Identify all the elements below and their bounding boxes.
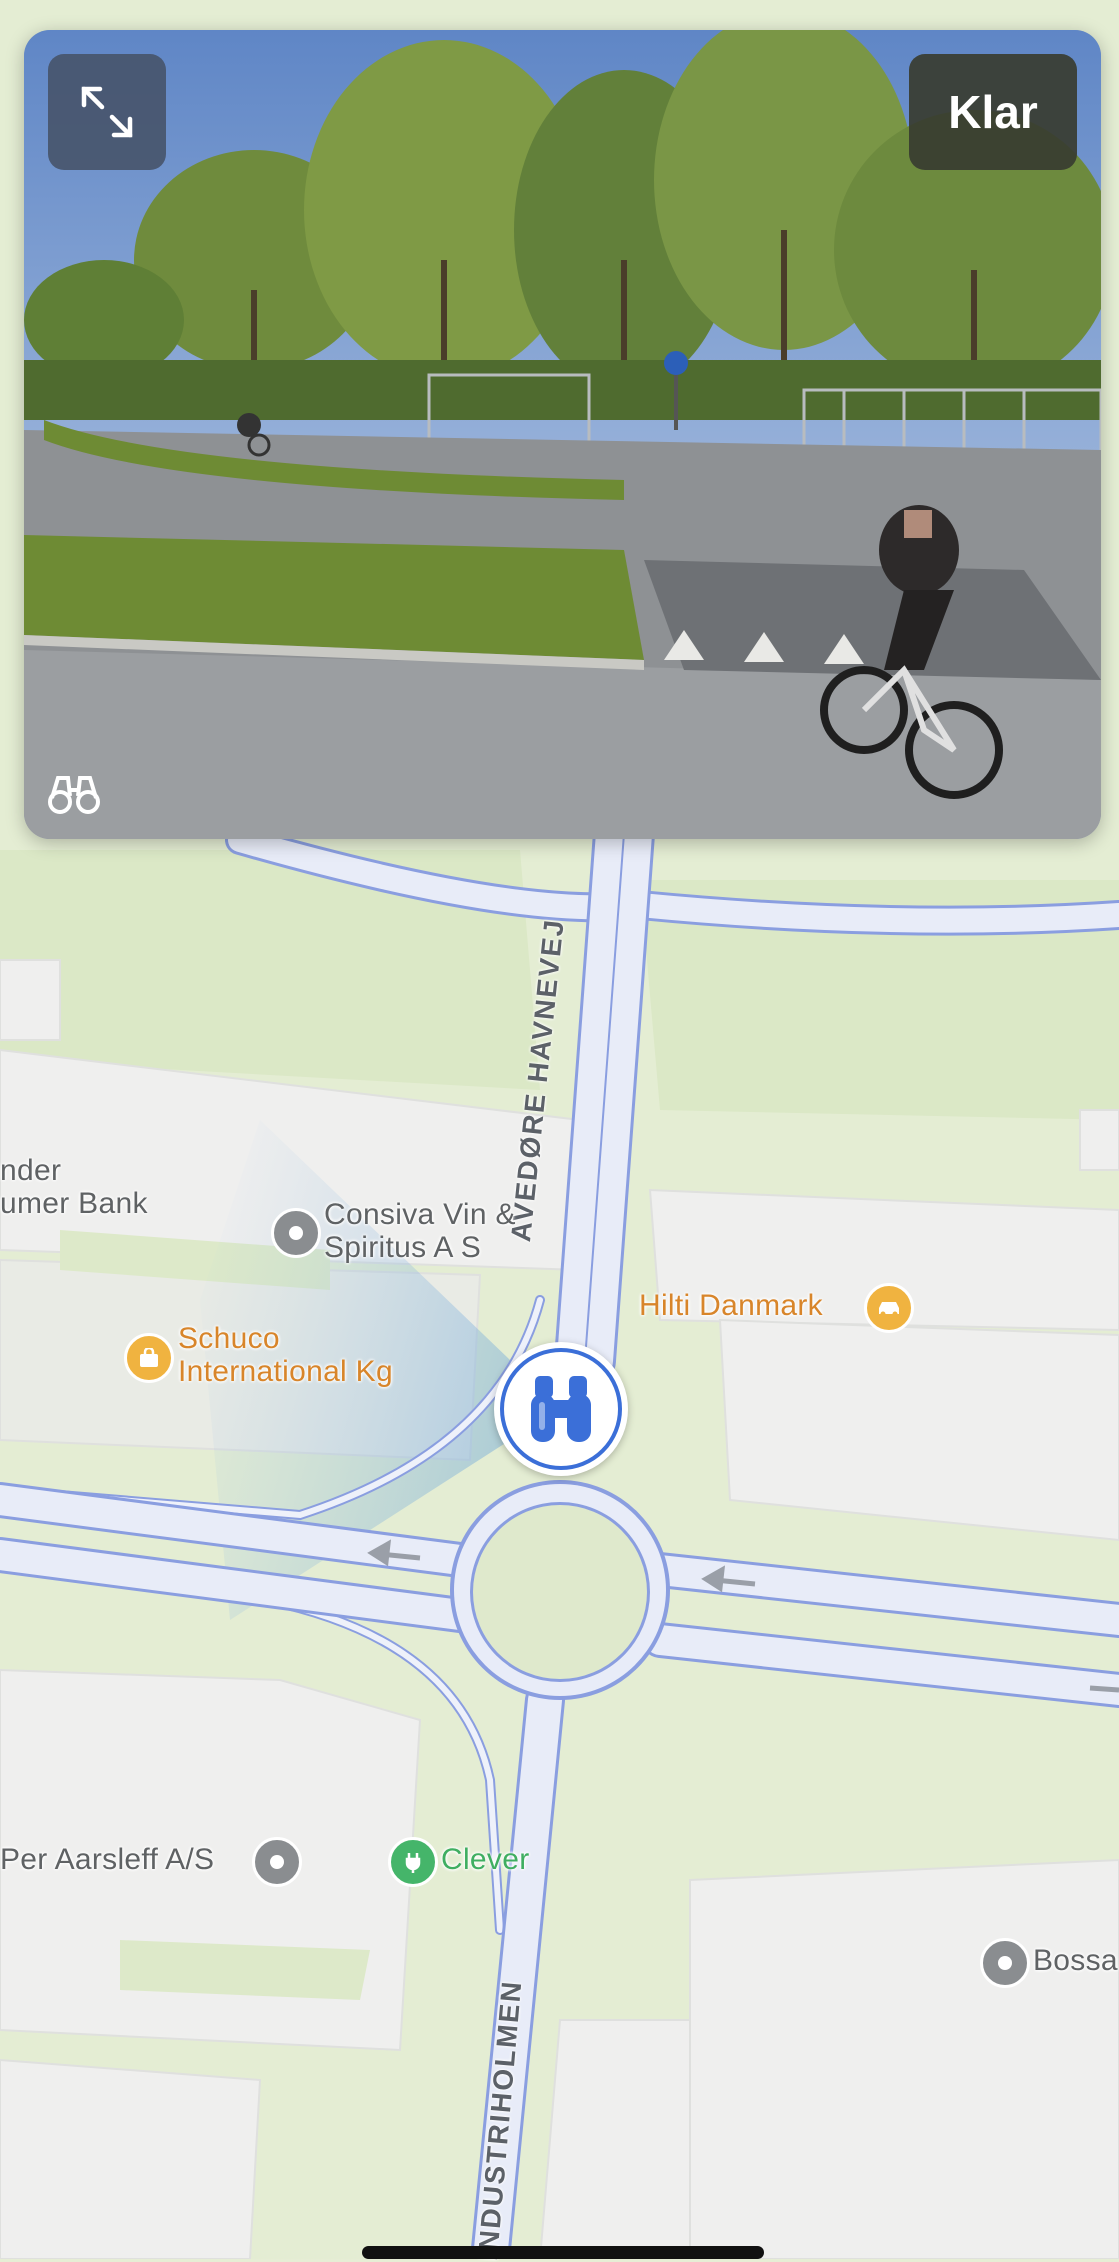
- poi-partial-bank[interactable]: nder umer Bank: [0, 1154, 148, 1220]
- poi-partial-bank-line1: nder: [0, 1154, 62, 1187]
- binoculars-marker-icon[interactable]: [494, 1342, 628, 1476]
- gray-dot-icon[interactable]: [271, 1208, 321, 1258]
- poi-hilti[interactable]: Hilti Danmark: [639, 1289, 823, 1322]
- poi-consiva-line2: Spiritus A S: [324, 1231, 482, 1264]
- home-indicator[interactable]: [362, 2246, 764, 2259]
- charging-station-icon[interactable]: [388, 1837, 438, 1887]
- car-icon[interactable]: [864, 1283, 914, 1333]
- poi-consiva-line1: Consiva Vin &: [324, 1198, 516, 1231]
- look-around-preview[interactable]: Klar: [24, 30, 1101, 839]
- binoculars-icon: [48, 776, 100, 814]
- poi-clever[interactable]: Clever: [441, 1843, 530, 1876]
- poi-per-aarsleff[interactable]: Per Aarsleff A/S: [0, 1843, 214, 1876]
- poi-partial-bank-line2: umer Bank: [0, 1187, 148, 1220]
- poi-schuco-line1: Schuco: [178, 1322, 280, 1355]
- expand-arrows-icon: [81, 86, 133, 138]
- poi-schuco-line2: International Kg: [178, 1355, 393, 1388]
- shopping-bag-icon[interactable]: [124, 1333, 174, 1383]
- done-button[interactable]: Klar: [909, 54, 1077, 170]
- expand-button[interactable]: [48, 54, 166, 170]
- poi-schuco[interactable]: Schuco International Kg: [178, 1322, 393, 1388]
- gray-dot-icon[interactable]: [252, 1837, 302, 1887]
- poi-consiva[interactable]: Consiva Vin & Spiritus A S: [324, 1198, 516, 1264]
- poi-bossa[interactable]: Bossa: [1033, 1944, 1118, 1977]
- gray-dot-icon[interactable]: [980, 1938, 1030, 1988]
